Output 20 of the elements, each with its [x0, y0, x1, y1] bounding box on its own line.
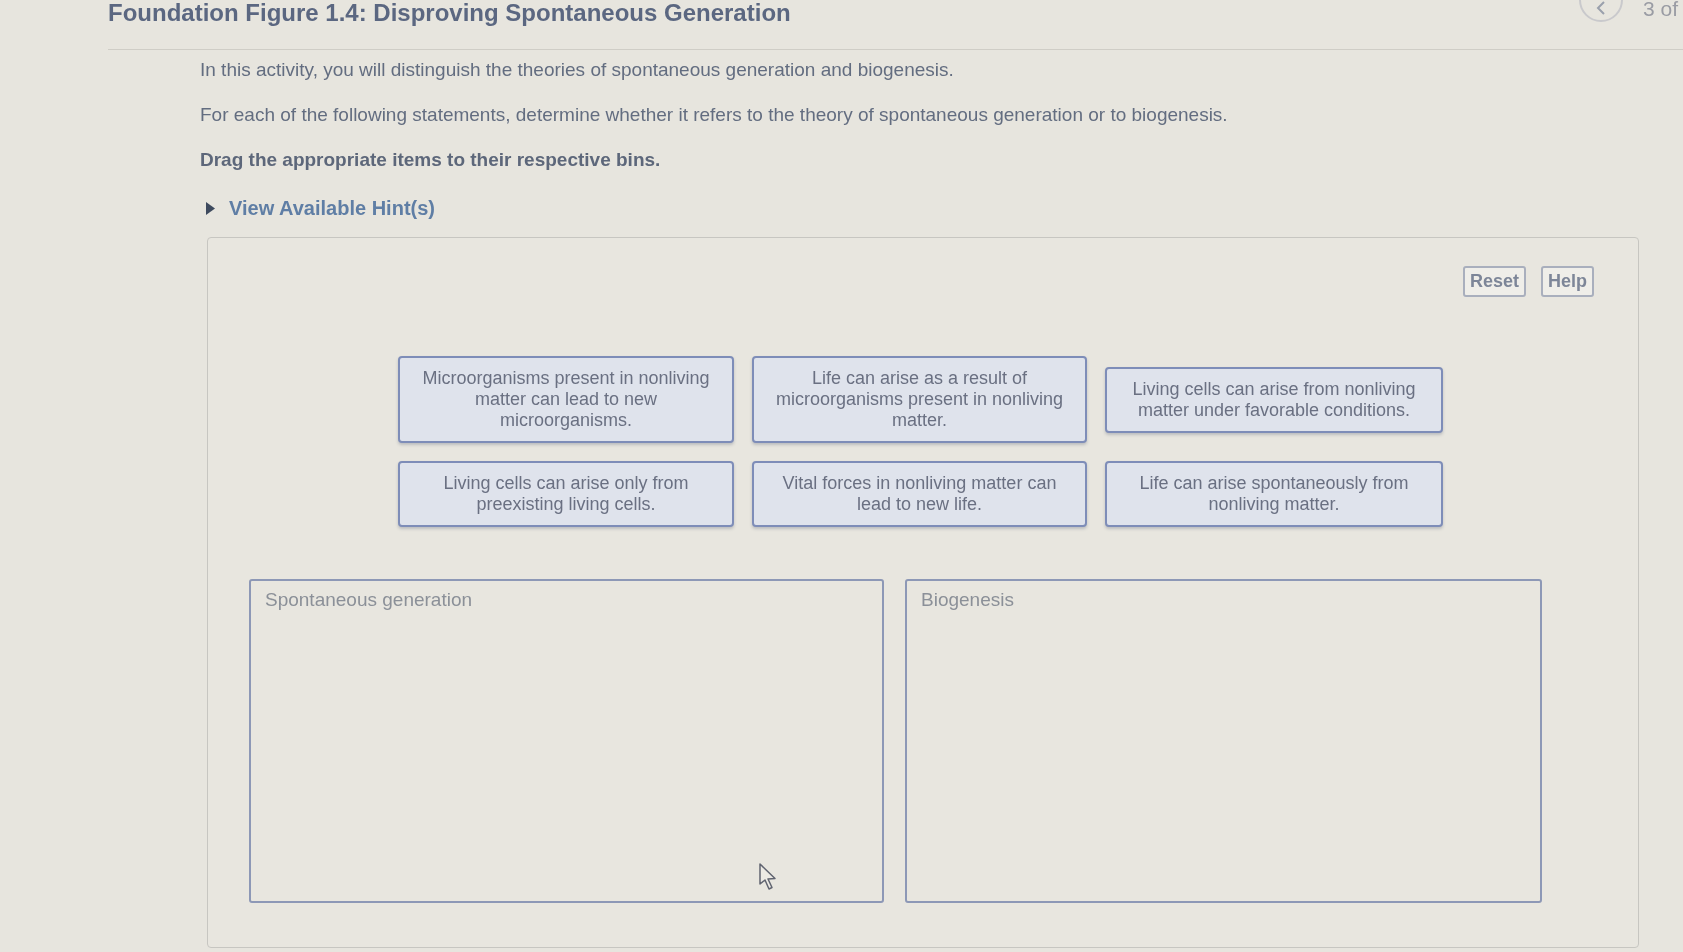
page-title: Foundation Figure 1.4: Disproving Spontaneous Generation	[108, 0, 791, 26]
chevron-left-icon	[1596, 1, 1606, 15]
drag-item[interactable]: Microorganisms present in nonliving matter can lead to new microorganisms.	[398, 356, 734, 443]
hint-toggle[interactable]: View Available Hint(s)	[206, 196, 435, 220]
task-instruction: Drag the appropriate items to their respective bins.	[200, 148, 661, 172]
bin-label: Spontaneous generation	[265, 589, 473, 610]
bin-label: Biogenesis	[921, 589, 1014, 610]
drop-zone[interactable]: Spontaneous generation	[249, 579, 884, 903]
cursor-icon	[759, 863, 777, 890]
drag-item[interactable]: Living cells can arise only from preexisting living cells.	[398, 461, 734, 527]
instruction-text: For each of the following statements, determine whether it refers to the theory of spontaneous generation or to biogenesis.	[200, 103, 1228, 127]
drop-zone[interactable]: Biogenesis	[905, 579, 1542, 903]
drag-item[interactable]: Vital forces in nonliving matter can lead to new life.	[752, 461, 1087, 527]
drag-item[interactable]: Living cells can arise from nonliving matter under favorable conditions.	[1105, 366, 1443, 433]
instruction-text: In this activity, you will distinguish the theories of spontaneous generation and biogenesis.	[200, 58, 954, 82]
drag-item[interactable]: Life can arise as a result of microorganisms present in nonliving matter.	[752, 356, 1087, 443]
page-counter: 3 of	[1642, 0, 1678, 20]
drag-item[interactable]: Life can arise spontaneously from nonliving matter.	[1105, 461, 1443, 527]
reset-button[interactable]: Reset	[1462, 266, 1526, 297]
help-button[interactable]: Help	[1541, 266, 1594, 297]
